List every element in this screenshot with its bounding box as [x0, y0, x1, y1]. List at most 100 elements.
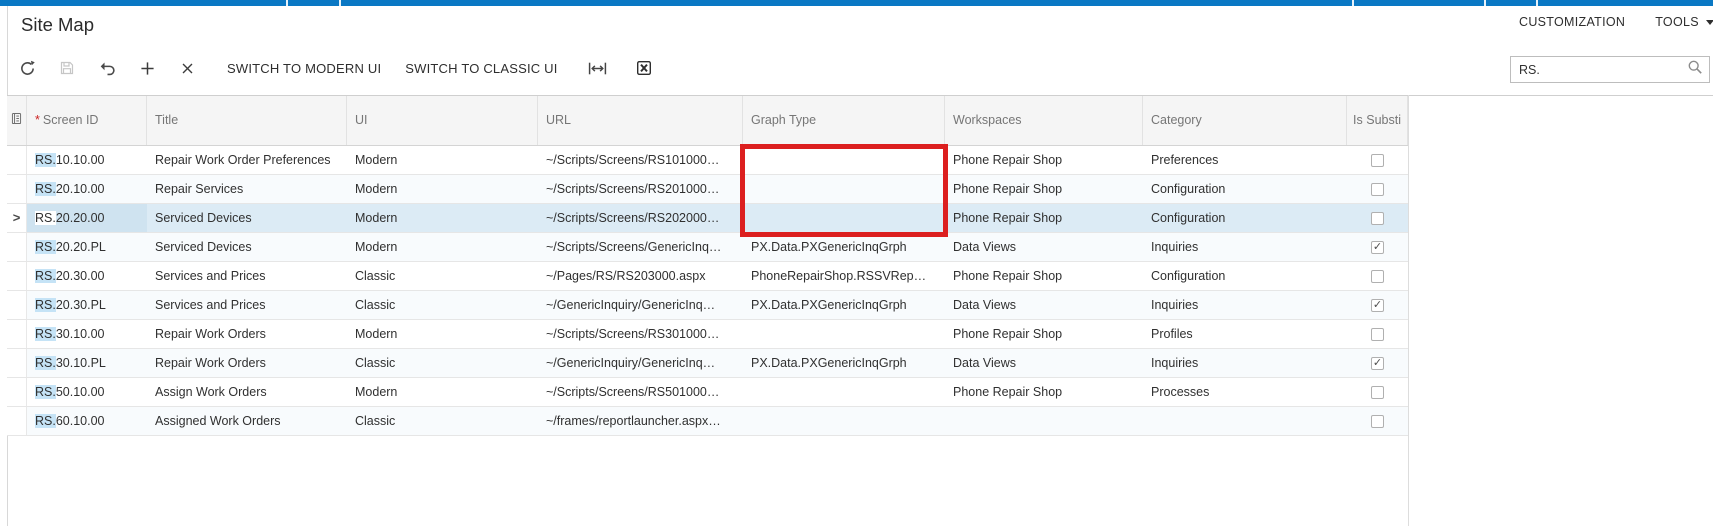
checkbox[interactable] — [1371, 182, 1384, 196]
cell-url[interactable]: ~/Scripts/Screens/RS201000… — [538, 175, 743, 203]
cell-category[interactable] — [1143, 407, 1347, 435]
cell-graph-type[interactable] — [743, 204, 945, 232]
cell-title[interactable]: Repair Work Orders — [147, 320, 347, 348]
grid-settings-button[interactable] — [7, 96, 27, 145]
table-row[interactable]: RS.20.10.00 Repair Services Modern ~/Scr… — [7, 175, 1408, 204]
cell-url[interactable]: ~/Scripts/Screens/RS202000… — [538, 204, 743, 232]
checkbox[interactable] — [1371, 269, 1384, 283]
cell-workspaces[interactable]: Data Views — [945, 291, 1143, 319]
cell-url[interactable]: ~/Pages/RS/RS203000.aspx — [538, 262, 743, 290]
cell-is-substituted[interactable] — [1347, 320, 1408, 348]
undo-button[interactable] — [91, 52, 123, 84]
cell-title[interactable]: Assign Work Orders — [147, 378, 347, 406]
cell-ui[interactable]: Classic — [347, 407, 538, 435]
cell-is-substituted[interactable] — [1347, 262, 1408, 290]
cell-title[interactable]: Repair Work Order Preferences — [147, 146, 347, 174]
customization-menu[interactable]: CUSTOMIZATION — [1519, 15, 1625, 29]
cell-graph-type[interactable]: PX.Data.PXGenericInqGrph — [743, 291, 945, 319]
table-row[interactable]: RS.10.10.00 Repair Work Order Preference… — [7, 146, 1408, 175]
add-row-button[interactable] — [131, 52, 163, 84]
cell-title[interactable]: Serviced Devices — [147, 204, 347, 232]
table-row[interactable]: RS.60.10.00 Assigned Work Orders Classic… — [7, 407, 1408, 436]
cell-url[interactable]: ~/Scripts/Screens/RS101000… — [538, 146, 743, 174]
cell-workspaces[interactable]: Data Views — [945, 349, 1143, 377]
cell-is-substituted[interactable] — [1347, 146, 1408, 174]
cell-url[interactable]: ~/Scripts/Screens/GenericInq… — [538, 233, 743, 261]
cell-is-substituted[interactable] — [1347, 204, 1408, 232]
cell-category[interactable]: Processes — [1143, 378, 1347, 406]
cell-is-substituted[interactable] — [1347, 407, 1408, 435]
cell-category[interactable]: Configuration — [1143, 175, 1347, 203]
column-header-workspaces[interactable]: Workspaces — [945, 96, 1143, 145]
search-input[interactable] — [1511, 57, 1687, 82]
cell-screen-id[interactable]: RS.20.30.00 — [27, 262, 147, 290]
cell-workspaces[interactable]: Phone Repair Shop — [945, 175, 1143, 203]
cell-workspaces[interactable]: Phone Repair Shop — [945, 204, 1143, 232]
table-row[interactable]: RS.50.10.00 Assign Work Orders Modern ~/… — [7, 378, 1408, 407]
cell-is-substituted[interactable] — [1347, 175, 1408, 203]
cell-screen-id[interactable]: RS.20.20.PL — [27, 233, 147, 261]
search-icon[interactable] — [1687, 59, 1703, 80]
cell-is-substituted[interactable] — [1347, 233, 1408, 261]
table-row[interactable]: RS.20.30.PL Services and Prices Classic … — [7, 291, 1408, 320]
cell-ui[interactable]: Modern — [347, 233, 538, 261]
cell-screen-id[interactable]: RS.30.10.00 — [27, 320, 147, 348]
checkbox[interactable] — [1371, 298, 1384, 312]
delete-row-button[interactable] — [171, 52, 203, 84]
cell-category[interactable]: Inquiries — [1143, 291, 1347, 319]
cell-url[interactable]: ~/GenericInquiry/GenericInq… — [538, 291, 743, 319]
checkbox[interactable] — [1371, 356, 1384, 370]
cell-category[interactable]: Inquiries — [1143, 233, 1347, 261]
cell-title[interactable]: Services and Prices — [147, 291, 347, 319]
cell-screen-id[interactable]: RS.10.10.00 — [27, 146, 147, 174]
cell-url[interactable]: ~/Scripts/Screens/RS501000… — [538, 378, 743, 406]
cell-url[interactable]: ~/Scripts/Screens/RS301000… — [538, 320, 743, 348]
cell-graph-type[interactable]: PX.Data.PXGenericInqGrph — [743, 233, 945, 261]
column-header-ui[interactable]: UI — [347, 96, 538, 145]
cell-is-substituted[interactable] — [1347, 378, 1408, 406]
cell-graph-type[interactable]: PhoneRepairShop.RSSVRep… — [743, 262, 945, 290]
cell-title[interactable]: Services and Prices — [147, 262, 347, 290]
cell-category[interactable]: Profiles — [1143, 320, 1347, 348]
cell-workspaces[interactable]: Phone Repair Shop — [945, 262, 1143, 290]
cell-graph-type[interactable] — [743, 146, 945, 174]
cell-ui[interactable]: Modern — [347, 146, 538, 174]
cell-graph-type[interactable] — [743, 378, 945, 406]
checkbox[interactable] — [1371, 385, 1384, 399]
cell-screen-id[interactable]: RS.20.30.PL — [27, 291, 147, 319]
cell-is-substituted[interactable] — [1347, 349, 1408, 377]
checkbox[interactable] — [1371, 327, 1384, 341]
cell-ui[interactable]: Modern — [347, 378, 538, 406]
column-header-graph-type[interactable]: Graph Type — [743, 96, 945, 145]
table-row[interactable]: RS.20.20.PL Serviced Devices Modern ~/Sc… — [7, 233, 1408, 262]
cell-ui[interactable]: Modern — [347, 204, 538, 232]
table-row[interactable]: RS.20.30.00 Services and Prices Classic … — [7, 262, 1408, 291]
checkbox[interactable] — [1371, 414, 1384, 428]
column-header-url[interactable]: URL — [538, 96, 743, 145]
column-header-category[interactable]: Category — [1143, 96, 1347, 145]
cell-category[interactable]: Preferences — [1143, 146, 1347, 174]
cell-workspaces[interactable]: Phone Repair Shop — [945, 378, 1143, 406]
cell-graph-type[interactable] — [743, 175, 945, 203]
table-row-selected[interactable]: RS.20.20.00 Serviced Devices Modern ~/Sc… — [7, 204, 1408, 233]
cell-workspaces[interactable]: Data Views — [945, 233, 1143, 261]
cell-title[interactable]: Repair Work Orders — [147, 349, 347, 377]
column-header-title[interactable]: Title — [147, 96, 347, 145]
cell-ui[interactable]: Classic — [347, 262, 538, 290]
cell-graph-type[interactable] — [743, 407, 945, 435]
switch-to-modern-ui-button[interactable]: SWITCH TO MODERN UI — [227, 61, 381, 76]
cell-ui[interactable]: Classic — [347, 349, 538, 377]
cell-workspaces[interactable]: Phone Repair Shop — [945, 320, 1143, 348]
cell-workspaces[interactable] — [945, 407, 1143, 435]
cell-category[interactable]: Configuration — [1143, 262, 1347, 290]
column-header-is-substituted[interactable]: Is Substi — [1347, 96, 1408, 145]
cell-url[interactable]: ~/GenericInquiry/GenericInq… — [538, 349, 743, 377]
export-to-excel-button[interactable] — [628, 52, 660, 84]
cell-ui[interactable]: Classic — [347, 291, 538, 319]
column-header-screen-id[interactable]: * Screen ID — [27, 96, 147, 145]
checkbox[interactable] — [1371, 211, 1384, 225]
cell-screen-id[interactable]: RS.20.10.00 — [27, 175, 147, 203]
grid-search-box[interactable] — [1510, 56, 1710, 83]
cell-screen-id[interactable]: RS.20.20.00 — [27, 204, 147, 232]
cell-ui[interactable]: Modern — [347, 320, 538, 348]
